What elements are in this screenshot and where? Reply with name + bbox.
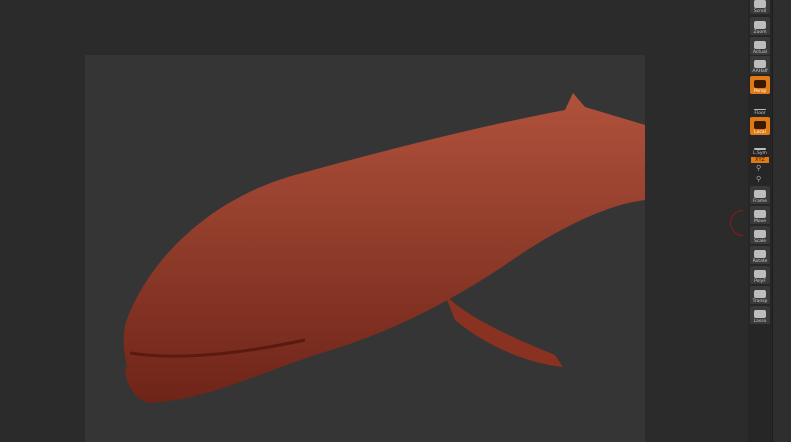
- floor-button[interactable]: Floor: [750, 98, 770, 116]
- zoom-icon: [754, 21, 766, 29]
- scroll-icon: [754, 0, 766, 8]
- zoom-button[interactable]: Zoom: [750, 17, 770, 35]
- floor-icon: [754, 109, 766, 110]
- document-canvas[interactable]: [85, 55, 645, 442]
- right-panel-edge: [772, 0, 791, 442]
- rotate-button[interactable]: Rotate: [750, 246, 770, 264]
- polyf-button[interactable]: PolyF: [750, 266, 770, 284]
- perspective-icon: [754, 80, 766, 88]
- scale-button[interactable]: Scale: [750, 226, 770, 244]
- move-icon: [754, 210, 766, 218]
- lasso-button[interactable]: Lasso: [750, 306, 770, 324]
- frame-icon: [754, 190, 766, 198]
- move-button[interactable]: Move: [750, 206, 770, 224]
- local-icon: [754, 121, 766, 129]
- scale-icon: [754, 230, 766, 238]
- scroll-button[interactable]: Scroll: [750, 0, 770, 14]
- symmetry-icon: [754, 148, 766, 150]
- rotate-y-icon[interactable]: ⚲: [756, 164, 761, 172]
- actual-button[interactable]: Actual: [750, 37, 770, 55]
- lsym-button[interactable]: L.Sym: [750, 138, 770, 156]
- actual-icon: [754, 41, 766, 49]
- aahalf-button[interactable]: AAHalf: [750, 56, 770, 74]
- rotate-icon: [754, 250, 766, 258]
- transparency-icon: [754, 290, 766, 298]
- transp-button[interactable]: Transp: [750, 286, 770, 304]
- whale-model: [123, 93, 645, 403]
- xyz-toggle[interactable]: XYZ: [751, 157, 769, 163]
- rotate-z-icon[interactable]: ⚲: [756, 175, 761, 183]
- aahalf-icon: [754, 60, 766, 68]
- lasso-icon: [754, 310, 766, 318]
- frame-button[interactable]: Frame: [750, 186, 770, 204]
- local-button[interactable]: Local: [750, 117, 770, 135]
- persp-button[interactable]: Persp: [750, 76, 770, 94]
- polyframe-icon: [754, 270, 766, 278]
